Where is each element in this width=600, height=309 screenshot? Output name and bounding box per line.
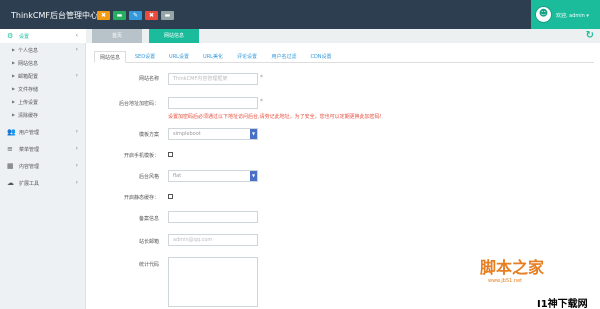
tab-username-filter[interactable]: 用户名过滤	[266, 51, 302, 63]
downza-watermark: I1神下载网	[537, 299, 588, 309]
admin-email-input[interactable]: admin@qq.com	[168, 234, 258, 246]
chevron-down-icon: ▼	[250, 171, 257, 181]
admin-theme-label: 模板方案	[138, 132, 159, 138]
refresh-icon[interactable]: ↻	[586, 30, 594, 41]
sidebar-group-tools[interactable]: ☁ 扩展工具 ›	[0, 176, 86, 190]
sidebar-item-site-info[interactable]: ▶ 网站信息	[12, 56, 86, 69]
list-icon: ≡	[7, 145, 13, 153]
quick-button-5[interactable]: ▬	[161, 11, 174, 20]
icp-input[interactable]	[168, 211, 258, 223]
caret-icon: ▶	[12, 86, 16, 91]
sidebar-group-content[interactable]: ▦ 内容管理 ›	[0, 159, 86, 173]
admin-entry-hint: 设置加密码后必须通过以下地址访问后台,请劳记此地址，为了安全，您也可以定期更换此…	[168, 114, 382, 120]
caret-icon: ▶	[12, 47, 16, 52]
tab-cdn[interactable]: CDN设置	[306, 51, 336, 63]
jb51-watermark: 脚本之家	[480, 258, 545, 277]
jb51-watermark-url: www.jb51.net	[488, 278, 523, 284]
chevron-right-icon: ›	[75, 179, 78, 186]
sidebar-group-label: 设置	[19, 34, 30, 40]
admin-email-label: 站长邮箱	[138, 239, 159, 245]
sidebar-item-profile[interactable]: ▶ 个人信息 ›	[12, 43, 86, 56]
top-navbar: ThinkCMF后台管理中心 ✖ ▬ ✎ ✖ ▬ ☻ 欢迎, admin ▾	[0, 0, 600, 29]
page-tab-strip: 首页 网站信息 ↻	[86, 29, 600, 43]
analytics-textarea[interactable]	[168, 257, 258, 307]
site-name-input[interactable]: ThinkCMF内容管理框架	[168, 73, 258, 85]
grid-icon: ▦	[7, 162, 14, 170]
settings-tabs: 网站信息 SEO设置 URL设置 URL美化 评论设置 用户名过滤 CDN设置	[94, 51, 594, 63]
admin-theme-value: simpleboot	[173, 131, 201, 137]
admin-entry-label: 后台地址加密码：	[118, 101, 159, 107]
admin-entry-input[interactable]	[168, 97, 258, 109]
sidebar-group-users[interactable]: 👥 用户管理 ›	[0, 125, 86, 139]
caret-icon: ▶	[12, 73, 16, 78]
tab-home[interactable]: 首页	[92, 29, 142, 43]
chevron-right-icon: ›	[75, 162, 78, 169]
static-cache-checkbox[interactable]	[168, 194, 173, 199]
sidebar-item-label: 文件存储	[18, 87, 39, 93]
quick-button-2[interactable]: ▬	[113, 11, 126, 20]
required-mark: *	[260, 74, 263, 81]
sidebar-group-label: 用户管理	[19, 130, 40, 136]
sidebar-item-upload[interactable]: ▶ 上传设置	[12, 95, 86, 108]
chevron-down-icon: ▼	[250, 129, 257, 139]
cloud-icon: ☁	[7, 179, 14, 187]
app-title[interactable]: ThinkCMF后台管理中心	[11, 10, 98, 21]
analytics-label: 统计代码	[138, 262, 159, 268]
tab-comments[interactable]: 评论设置	[232, 51, 262, 63]
sidebar-item-label: 邮箱配置	[18, 74, 39, 80]
chevron-right-icon: ›	[75, 46, 78, 53]
static-cache-label: 开启静态缓存：	[123, 195, 159, 201]
mobile-theme-checkbox[interactable]	[168, 152, 173, 157]
sidebar-item-email[interactable]: ▶ 邮箱配置 ›	[12, 69, 86, 82]
user-welcome[interactable]: 欢迎, admin ▾	[556, 12, 589, 19]
tab-url-rewrite[interactable]: URL美化	[198, 51, 228, 63]
users-icon: 👥	[7, 128, 16, 136]
sidebar: ⚙ 设置 ‹ ▶ 个人信息 › ▶ 网站信息 ▶ 邮箱配置 › ▶ 文件存储 ▶…	[0, 29, 86, 309]
sidebar-item-storage[interactable]: ▶ 文件存储	[12, 82, 86, 95]
sidebar-group-settings[interactable]: ⚙ 设置 ‹	[0, 29, 86, 43]
admin-skin-label: 后台风格	[138, 174, 159, 180]
icp-label: 备案信息	[138, 216, 159, 222]
required-mark: *	[260, 98, 263, 105]
sidebar-group-label: 内容管理	[19, 164, 40, 170]
caret-icon: ▶	[12, 112, 16, 117]
sidebar-item-label: 上传设置	[18, 100, 39, 106]
caret-icon: ▶	[12, 60, 16, 65]
site-name-label: 网站名称	[138, 76, 159, 82]
sidebar-item-label: 网站信息	[18, 61, 39, 67]
admin-skin-value: flat	[173, 173, 182, 179]
sidebar-item-label: 个人信息	[18, 48, 39, 54]
chevron-right-icon: ›	[75, 145, 78, 152]
sidebar-group-label: 扩展工具	[19, 181, 40, 187]
caret-icon: ▶	[12, 99, 16, 104]
sidebar-item-label: 清除缓存	[18, 113, 39, 119]
sidebar-group-menus[interactable]: ≡ 菜单管理 ›	[0, 142, 86, 156]
sidebar-group-label: 菜单管理	[19, 147, 40, 153]
tab-seo[interactable]: SEO设置	[130, 51, 160, 63]
user-menu[interactable]: ☻ 欢迎, admin ▾	[531, 0, 600, 29]
quick-button-4[interactable]: ✖	[145, 11, 158, 20]
admin-theme-select[interactable]: simpleboot ▼	[168, 128, 258, 140]
quick-button-3[interactable]: ✎	[129, 11, 142, 20]
quick-button-1[interactable]: ✖	[97, 11, 110, 20]
mobile-theme-label: 开启手机模板：	[123, 153, 159, 159]
tab-site-info[interactable]: 网站信息	[149, 29, 199, 43]
gear-icon: ⚙	[7, 32, 14, 40]
sidebar-item-clear-cache[interactable]: ▶ 清除缓存	[12, 108, 86, 121]
admin-skin-select[interactable]: flat ▼	[168, 170, 258, 182]
tab-site-info-settings[interactable]: 网站信息	[94, 51, 126, 63]
chevron-left-icon: ‹	[75, 32, 78, 39]
avatar: ☻	[535, 6, 552, 23]
tab-url[interactable]: URL设置	[164, 51, 194, 63]
